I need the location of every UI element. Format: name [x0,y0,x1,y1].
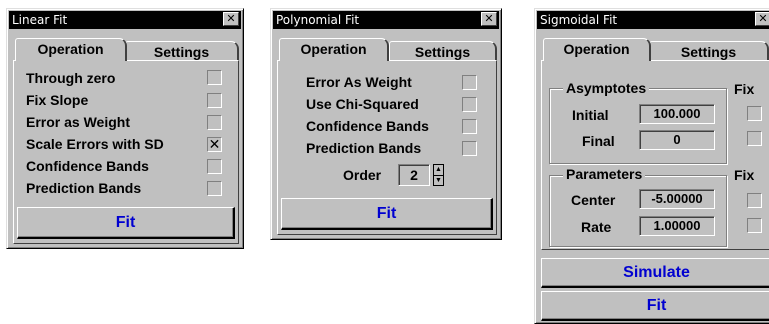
option-label: Use Chi-Squared [306,96,419,112]
rate-fix-checkbox[interactable] [747,218,762,233]
linear-fit-title: Linear Fit [12,13,68,27]
asymptotes-fix-label: Fix [734,81,755,97]
confidence-bands-checkbox[interactable] [462,119,477,134]
fit-button[interactable]: Fit [541,291,769,321]
error-as-weight-checkbox[interactable] [462,75,477,90]
option-label: Prediction Bands [26,180,142,196]
linear-fit-window: Linear Fit ✕ Settings Operation Through … [6,8,244,249]
asymptotes-group [549,88,727,164]
prediction-bands-checkbox[interactable] [207,181,222,196]
option-label: Scale Errors with SD [26,136,164,152]
order-input[interactable]: 2 [398,164,430,186]
option-label: Confidence Bands [26,158,149,174]
tab-settings[interactable]: Settings [649,41,769,61]
close-icon[interactable]: ✕ [481,12,497,26]
center-fix-checkbox[interactable] [747,193,762,208]
spin-up-icon[interactable]: ▲ [434,165,443,176]
option-label: Prediction Bands [306,140,422,156]
fix-slope-checkbox[interactable] [207,93,222,108]
tab-operation[interactable]: Operation [543,38,651,61]
option-label: Fix Slope [26,92,89,108]
spin-down-icon[interactable]: ▼ [434,176,443,186]
parameters-label: Parameters [563,166,646,182]
use-chi-squared-checkbox[interactable] [462,97,477,112]
close-icon[interactable]: ✕ [755,12,769,26]
polynomial-fit-titlebar[interactable]: Polynomial Fit [273,11,499,29]
center-input[interactable]: -5.00000 [639,189,715,209]
prediction-bands-checkbox[interactable] [462,141,477,156]
through-zero-checkbox[interactable] [207,70,222,85]
sigmoidal-fit-titlebar[interactable]: Sigmoidal Fit [537,11,769,29]
tab-operation[interactable]: Operation [279,38,389,61]
final-input[interactable]: 0 [639,130,715,150]
simulate-button[interactable]: Simulate [541,258,769,288]
order-label: Order [343,167,382,183]
option-label: Error As Weight [306,74,412,90]
scale-errors-checkbox[interactable]: ✕ [207,137,222,152]
initial-label: Initial [572,107,609,123]
asymptotes-label: Asymptotes [563,80,650,96]
option-label: Through zero [26,70,116,86]
tab-operation[interactable]: Operation [15,38,127,61]
sigmoidal-fit-window: Sigmoidal Fit ✕ Settings Operation Asymp… [534,8,769,324]
polynomial-fit-window: Polynomial Fit ✕ Settings Operation Erro… [270,8,502,240]
final-fix-checkbox[interactable] [747,131,762,146]
polynomial-fit-title: Polynomial Fit [276,13,360,27]
error-as-weight-checkbox[interactable] [207,115,222,130]
linear-fit-titlebar[interactable]: Linear Fit [9,11,241,29]
option-label: Error as Weight [26,114,130,130]
fit-button[interactable]: Fit [281,198,493,230]
fit-button[interactable]: Fit [17,207,235,239]
final-label: Final [582,133,615,149]
rate-input[interactable]: 1.00000 [639,216,715,236]
sigmoidal-fit-title: Sigmoidal Fit [540,13,618,27]
confidence-bands-checkbox[interactable] [207,159,222,174]
center-label: Center [571,192,616,208]
parameters-group [549,175,727,247]
close-icon[interactable]: ✕ [223,12,239,26]
rate-label: Rate [581,219,612,235]
tab-settings[interactable]: Settings [125,41,239,61]
parameters-fix-label: Fix [734,167,755,183]
initial-input[interactable]: 100.000 [639,104,715,124]
option-label: Confidence Bands [306,118,429,134]
initial-fix-checkbox[interactable] [747,106,762,121]
tab-settings[interactable]: Settings [389,41,497,61]
order-spinner[interactable]: ▲ ▼ [433,164,444,186]
